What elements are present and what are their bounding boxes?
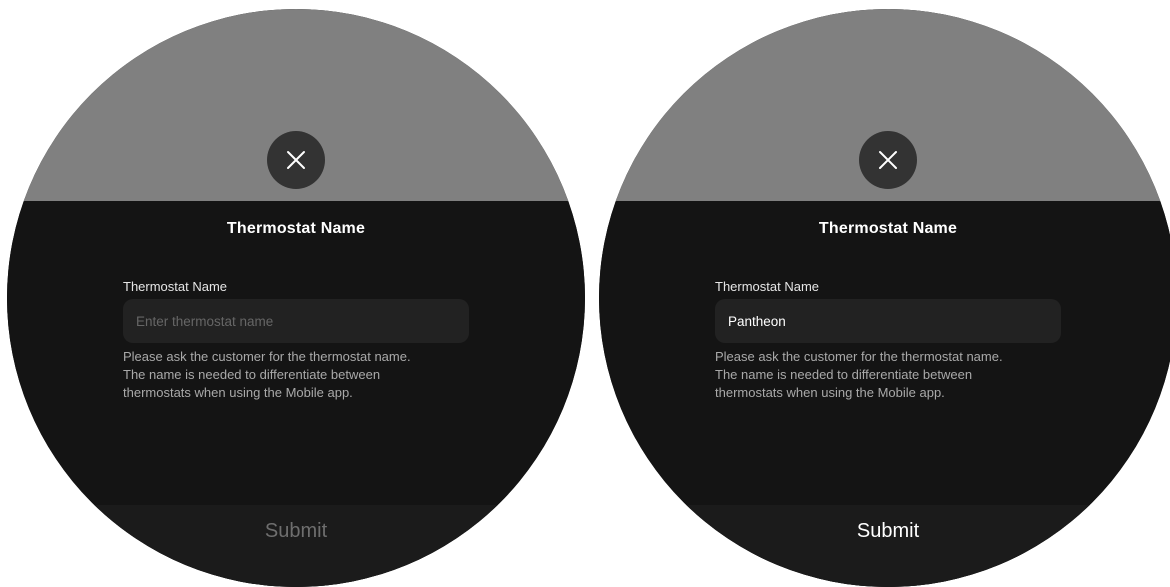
thermostat-name-input[interactable] bbox=[123, 299, 469, 343]
helper-line: The name is needed to differentiate betw… bbox=[123, 367, 381, 382]
thermostat-name-label: Thermostat Name bbox=[715, 279, 820, 294]
close-icon bbox=[877, 149, 899, 171]
sheet-title: Thermostat Name bbox=[226, 220, 366, 237]
thermostat-name-input[interactable] bbox=[715, 299, 1061, 343]
helper-line: Please ask the customer for the thermost… bbox=[715, 349, 1003, 364]
helper-text: Please ask the customer for the thermost… bbox=[715, 348, 1055, 402]
helper-text: Please ask the customer for the thermost… bbox=[123, 348, 463, 402]
submit-button[interactable]: Submit bbox=[599, 505, 1170, 587]
thermostat-name-screen-filled: Thermostat Name Thermostat Name Please a… bbox=[599, 9, 1170, 587]
thermostat-name-screen-empty: Thermostat Name Thermostat Name Please a… bbox=[7, 9, 585, 587]
helper-line: The name is needed to differentiate betw… bbox=[715, 367, 973, 382]
helper-line: thermostats when using the Mobile app. bbox=[123, 385, 353, 400]
close-button[interactable] bbox=[267, 131, 325, 189]
sheet-title: Thermostat Name bbox=[818, 220, 958, 237]
close-button[interactable] bbox=[859, 131, 917, 189]
close-icon bbox=[285, 149, 307, 171]
helper-line: thermostats when using the Mobile app. bbox=[715, 385, 945, 400]
submit-button[interactable]: Submit bbox=[7, 505, 585, 587]
helper-line: Please ask the customer for the thermost… bbox=[123, 349, 411, 364]
thermostat-name-label: Thermostat Name bbox=[123, 279, 228, 294]
